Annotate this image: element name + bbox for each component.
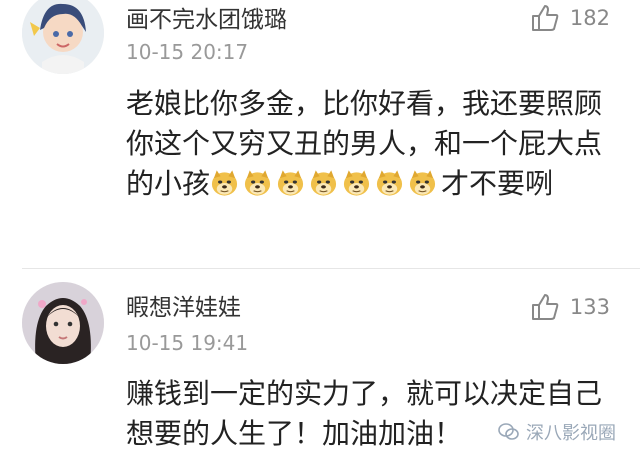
comment-username[interactable]: 画不完水团饿璐 [126, 0, 287, 34]
avatar-anime-icon [22, 0, 104, 74]
like-button[interactable]: 182 [530, 3, 610, 33]
doge-emoji-icon [309, 167, 342, 200]
wechat-icon [498, 423, 519, 440]
doge-emoji-icon [243, 167, 276, 200]
avatar[interactable] [22, 282, 104, 364]
watermark-text: 深八影视圈 [526, 423, 616, 444]
thumbs-up-icon [531, 5, 559, 31]
doge-emoji-icon [276, 167, 309, 200]
comment-timestamp: 10-15 20:17 [126, 40, 249, 64]
comment-text: 老娘比你多金，比你好看，我还要照顾你这个又穷又丑的男人，和一个屁大点的小孩 才不要… [126, 84, 616, 204]
avatar-photo-icon [22, 282, 104, 364]
doge-emoji-icon [408, 167, 441, 200]
doge-emoji-icon [375, 167, 408, 200]
comment-text-after: 才不要咧 [441, 167, 554, 200]
thumbs-up-icon [531, 294, 559, 320]
watermark: 深八影视圈 [498, 419, 616, 445]
comment-timestamp: 10-15 19:41 [126, 331, 249, 355]
comment-item: 画不完水团饿璐 10-15 20:17 182 老娘比你多金，比你好看，我还要照… [0, 0, 640, 268]
avatar[interactable] [22, 0, 104, 74]
like-button[interactable]: 133 [530, 292, 610, 322]
doge-emoji-icon [342, 167, 375, 200]
emoji-group [210, 167, 441, 200]
comment-username[interactable]: 暇想洋娃娃 [126, 288, 241, 322]
like-count: 182 [569, 6, 610, 30]
like-count: 133 [569, 295, 610, 319]
doge-emoji-icon [210, 167, 243, 200]
